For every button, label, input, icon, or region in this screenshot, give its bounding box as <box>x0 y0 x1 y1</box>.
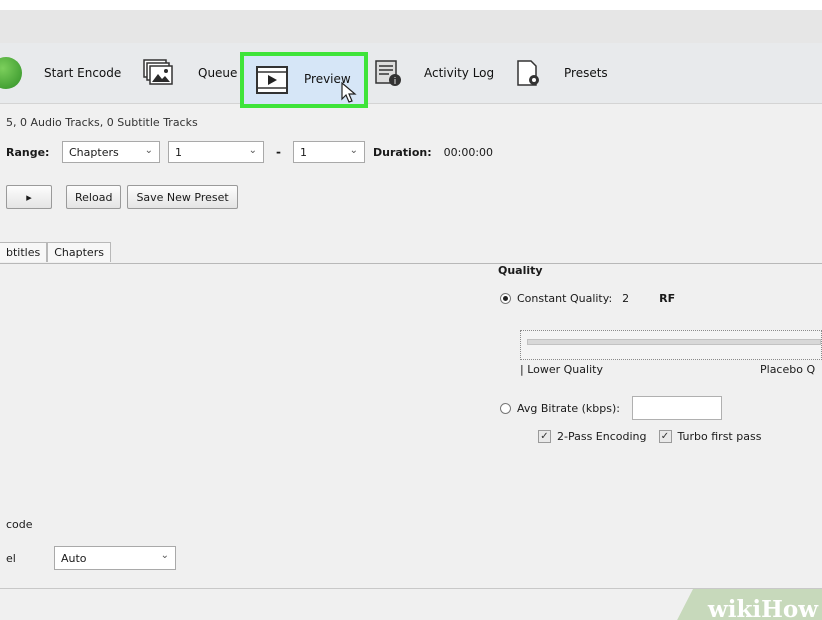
two-pass-label: 2-Pass Encoding <box>557 430 647 443</box>
duration-label: Duration: <box>372 145 432 159</box>
level-label: el <box>6 551 16 565</box>
turbo-label: Turbo first pass <box>677 430 762 443</box>
avg-bitrate-input[interactable] <box>631 396 722 420</box>
toolbar: Start Encode Queue i Activity Log Preset… <box>0 43 822 104</box>
constant-quality-label: Constant Quality: <box>517 292 613 305</box>
range-label: Range: <box>6 145 50 159</box>
constant-quality-radio[interactable] <box>500 293 511 304</box>
avg-bitrate-row: Avg Bitrate (kbps): <box>500 396 722 420</box>
range-mode-select[interactable]: Chapters ⌄ <box>62 141 160 163</box>
activity-log-button[interactable]: i Activity Log <box>372 43 500 103</box>
quality-slider-track <box>527 339 821 345</box>
save-new-preset-button[interactable]: Save New Preset <box>127 185 238 209</box>
constant-quality-value: 2 <box>622 292 630 305</box>
preset-arrow-button[interactable]: ▸ <box>6 185 52 209</box>
encoder-section-label: code <box>6 518 33 531</box>
range-separator: - <box>276 145 281 159</box>
video-settings-panel <box>0 263 822 589</box>
range-start-value: 1 <box>175 145 182 159</box>
presets-label: Presets <box>564 66 608 80</box>
start-encode-icon <box>0 57 22 89</box>
tab-strip: btitles Chapters <box>0 242 111 264</box>
activity-log-label: Activity Log <box>424 66 495 80</box>
rf-label: RF <box>659 292 676 305</box>
chevron-down-icon: ⌄ <box>349 145 358 156</box>
turbo-checkbox[interactable]: ✓ <box>658 430 672 443</box>
chevron-down-icon: ⌄ <box>144 145 153 156</box>
placebo-quality-label: Placebo Q <box>760 363 816 376</box>
level-select[interactable]: Auto ⌄ <box>54 546 176 570</box>
avg-bitrate-label: Avg Bitrate (kbps): <box>517 401 620 415</box>
chevron-down-icon: ⌄ <box>248 145 257 156</box>
svg-text:i: i <box>394 77 397 87</box>
presets-icon <box>512 57 544 89</box>
bottom-divider <box>0 588 822 589</box>
two-pass-checkbox[interactable]: ✓ <box>538 430 551 443</box>
range-end-select[interactable]: 1 ⌄ <box>292 141 365 163</box>
play-arrow-icon: ▸ <box>26 190 32 204</box>
start-encode-label: Start Encode <box>44 66 122 80</box>
presets-button[interactable]: Presets <box>512 43 622 103</box>
app-window: Start Encode Queue i Activity Log Preset… <box>0 10 822 620</box>
quality-heading: Quality <box>498 264 543 277</box>
constant-quality-row: Constant Quality: 2 RF <box>500 292 675 305</box>
queue-label: Queue <box>198 66 238 80</box>
range-row: Range: Chapters ⌄ 1 ⌄ - 1 ⌄ Duration: 00… <box>6 141 493 163</box>
preset-button-row: ▸ Reload Save New Preset <box>6 185 238 209</box>
queue-icon <box>142 57 174 89</box>
avg-bitrate-radio[interactable] <box>500 402 511 414</box>
mouse-cursor-icon <box>340 81 358 107</box>
preview-icon <box>256 66 288 97</box>
tab-chapters[interactable]: Chapters <box>47 242 111 262</box>
quality-slider[interactable] <box>520 330 822 360</box>
reload-button[interactable]: Reload <box>66 185 122 209</box>
title-bar <box>0 10 822 43</box>
source-info: 5, 0 Audio Tracks, 0 Subtitle Tracks <box>6 116 198 129</box>
activity-log-icon: i <box>372 57 404 89</box>
chevron-down-icon: ⌄ <box>160 550 169 561</box>
encoding-options-row: ✓ 2-Pass Encoding ✓ Turbo first pass <box>538 430 761 443</box>
range-start-select[interactable]: 1 ⌄ <box>168 141 264 163</box>
range-mode-value: Chapters <box>69 145 119 159</box>
wikihow-watermark: wikiHow <box>672 589 822 620</box>
tab-subtitles[interactable]: btitles <box>0 242 48 262</box>
level-value: Auto <box>61 551 87 565</box>
duration-value: 00:00:00 <box>443 145 494 159</box>
wikihow-logo-text: wikiHow <box>707 596 818 620</box>
queue-button[interactable]: Queue <box>142 43 242 103</box>
start-encode-button[interactable]: Start Encode <box>0 43 132 103</box>
level-row: el Auto ⌄ <box>6 546 176 570</box>
range-end-value: 1 <box>299 145 307 159</box>
lower-quality-label: | Lower Quality <box>520 363 603 376</box>
